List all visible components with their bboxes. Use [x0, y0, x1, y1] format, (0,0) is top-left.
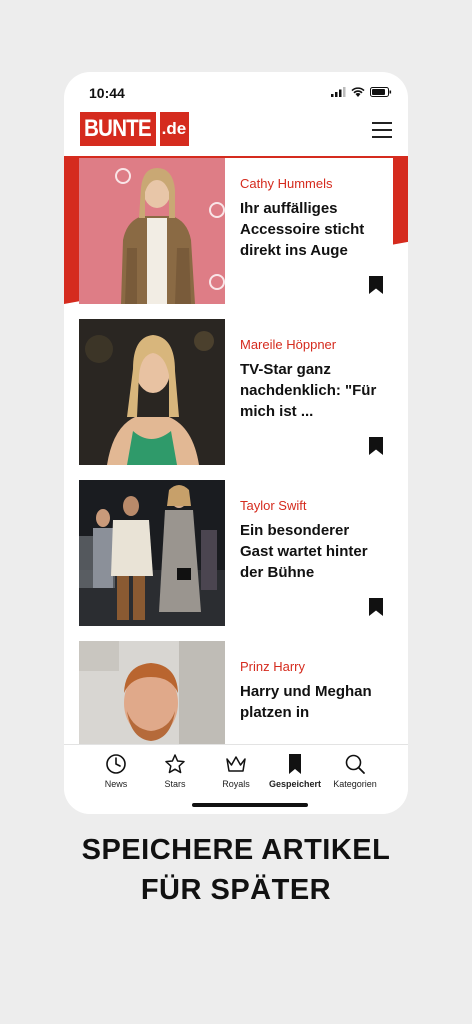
article-kicker: Cathy Hummels — [240, 176, 333, 191]
bookmark-icon[interactable] — [369, 598, 383, 616]
home-indicator — [192, 803, 308, 807]
tab-kategorien[interactable]: Kategorien — [321, 753, 389, 789]
bookmark-icon[interactable] — [369, 437, 383, 455]
tagline-line-2: FÜR SPÄTER — [140, 874, 332, 906]
tab-label: Stars — [164, 779, 186, 789]
tab-label: Kategorien — [333, 779, 377, 789]
phone-frame: 10:44 BUNTE .de Cathy Hummels Ihr auffäl… — [64, 72, 408, 814]
article-image-cathy-hummels[interactable] — [79, 158, 225, 304]
article-text[interactable]: Mareile Höppner TV-Star ganz nachdenklic… — [225, 319, 393, 465]
tab-royals[interactable]: Royals — [202, 753, 270, 789]
wifi-icon — [351, 87, 365, 97]
article-title[interactable]: Ein besonderer Gast wartet hinter der Bü… — [240, 520, 379, 583]
article-text[interactable]: Taylor Swift Ein besonderer Gast wartet … — [225, 480, 393, 626]
article-image-taylor-swift[interactable] — [79, 480, 225, 626]
saved-articles-list[interactable]: Cathy Hummels Ihr auffälliges Accessoire… — [64, 156, 408, 744]
article-image-mareile-hoeppner[interactable] — [79, 319, 225, 465]
bottom-tab-bar: News Stars Royals Gespeichert Kategorien — [64, 744, 408, 814]
article-kicker: Taylor Swift — [240, 498, 307, 513]
battery-icon — [370, 87, 392, 97]
clock-icon — [106, 754, 126, 774]
article-title[interactable]: Harry und Meghan platzen in — [240, 681, 379, 723]
tab-label: Royals — [222, 779, 250, 789]
article-card[interactable]: Mareile Höppner TV-Star ganz nachdenklic… — [79, 319, 393, 465]
bookmark-icon — [289, 754, 301, 774]
article-kicker: Mareile Höppner — [240, 337, 337, 352]
search-icon — [345, 754, 365, 774]
tagline-line-1: SPEICHERE ARTIKEL — [81, 834, 391, 866]
star-icon — [165, 754, 185, 774]
article-title[interactable]: Ihr auffälliges Accessoire sticht direkt… — [240, 198, 379, 261]
article-card[interactable]: Cathy Hummels Ihr auffälliges Accessoire… — [79, 158, 393, 304]
crown-icon — [226, 756, 246, 772]
tab-news[interactable]: News — [82, 753, 150, 789]
tab-gespeichert[interactable]: Gespeichert — [261, 753, 329, 789]
article-title[interactable]: TV-Star ganz nachdenklich: "Für mich ist… — [240, 359, 379, 422]
logo-divider — [155, 112, 160, 146]
logo-brand-text: BUNTE — [84, 115, 152, 142]
status-icons — [331, 87, 392, 97]
article-card[interactable]: Taylor Swift Ein besonderer Gast wartet … — [79, 480, 393, 626]
article-text[interactable]: Prinz Harry Harry und Meghan platzen in — [225, 641, 393, 744]
bunte-logo[interactable]: BUNTE .de — [80, 112, 189, 146]
tab-label: Gespeichert — [268, 779, 322, 789]
article-image-prinz-harry[interactable] — [79, 641, 225, 744]
promo-tagline: SPEICHERE ARTIKEL FÜR SPÄTER — [0, 830, 472, 910]
bookmark-icon[interactable] — [369, 276, 383, 294]
article-kicker: Prinz Harry — [240, 659, 306, 674]
cellular-signal-icon — [331, 87, 346, 97]
article-text[interactable]: Cathy Hummels Ihr auffälliges Accessoire… — [225, 158, 393, 304]
app-header: BUNTE .de — [64, 112, 408, 156]
article-card[interactable]: Prinz Harry Harry und Meghan platzen in — [79, 641, 393, 744]
logo-tld-text: .de — [161, 119, 187, 138]
status-time: 10:44 — [89, 85, 125, 101]
tab-label: News — [104, 779, 128, 789]
status-bar: 10:44 — [64, 72, 408, 116]
tab-stars[interactable]: Stars — [141, 753, 209, 789]
hamburger-menu-icon[interactable] — [372, 122, 392, 138]
